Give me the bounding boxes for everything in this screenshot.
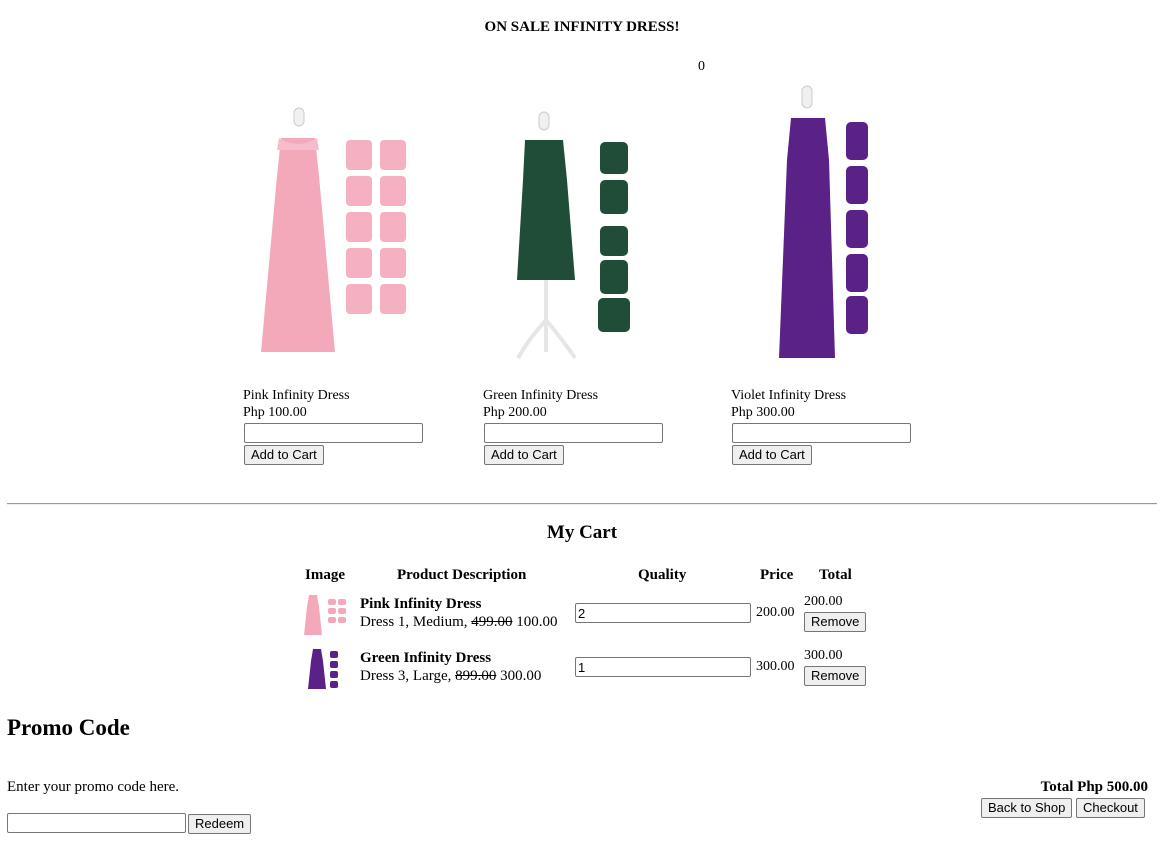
cart-counter: 0: [698, 59, 705, 74]
product-price: Php 300.00: [731, 405, 795, 420]
page-title: ON SALE INFINITY DRESS!: [484, 19, 680, 35]
cart-item-price: 200.00: [756, 605, 795, 620]
header-image: Image: [305, 567, 345, 583]
remove-button[interactable]: Remove: [804, 666, 867, 686]
product-name: Violet Infinity Dress: [731, 388, 847, 403]
back-to-shop-button[interactable]: Back to Shop: [981, 798, 1073, 818]
cart-quantity-input[interactable]: [575, 657, 751, 677]
cart-quantity-input[interactable]: [575, 603, 751, 623]
product-price: Php 100.00: [243, 405, 307, 420]
product-card: Violet Infinity Dress Php 300.00 Add to …: [731, 80, 931, 465]
header-total: Total: [819, 567, 852, 583]
header-description: Product Description: [397, 567, 527, 583]
green-dress-image: [516, 111, 630, 360]
cart-item-sale-price: 300.00: [500, 668, 542, 684]
violet-dress-image: [779, 85, 868, 358]
promo-heading: Promo Code: [7, 715, 130, 740]
product-price: Php 200.00: [483, 405, 547, 420]
header-price: Price: [760, 567, 794, 583]
redeem-button[interactable]: Redeem: [188, 814, 252, 834]
cart-item-total: 300.00: [804, 648, 843, 663]
header-quantity: Quality: [638, 567, 687, 583]
product-card: Green Infinity Dress Php 200.00 Add to C…: [483, 80, 683, 465]
checkout-button[interactable]: Checkout: [1076, 798, 1145, 818]
cart-item-variant: Dress 3, Large,: [360, 668, 452, 684]
cart-item-sale-price: 100.00: [516, 614, 558, 630]
cart-item-description: Dress 1, Medium, 499.00 100.00: [360, 614, 558, 631]
cart-item-thumbnail: [304, 595, 346, 635]
cart-total: Total Php 500.00: [1040, 779, 1148, 795]
add-to-cart-button[interactable]: Add to Cart: [732, 445, 812, 465]
cart-item-old-price: 899.00: [455, 668, 497, 684]
promo-instructions: Enter your promo code here.: [7, 779, 180, 795]
cart-item-name: Green Infinity Dress: [360, 650, 492, 666]
promo-code-input[interactable]: [7, 813, 186, 833]
cart-item-old-price: 499.00: [471, 614, 513, 630]
cart-item-description: Dress 3, Large, 899.00 300.00: [360, 668, 541, 685]
product-quantity-input[interactable]: [244, 423, 423, 443]
section-divider: [7, 503, 1157, 505]
product-name: Green Infinity Dress: [483, 388, 599, 403]
pink-dress-image: [261, 107, 406, 352]
cart-item-name: Pink Infinity Dress: [360, 596, 482, 612]
add-to-cart-button[interactable]: Add to Cart: [244, 445, 324, 465]
product-quantity-input[interactable]: [484, 423, 663, 443]
cart-item-price: 300.00: [756, 659, 795, 674]
add-to-cart-button[interactable]: Add to Cart: [484, 445, 564, 465]
cart-item-total: 200.00: [804, 594, 843, 609]
product-card: Pink Infinity Dress Php 100.00 Add to Ca…: [243, 80, 443, 465]
product-name: Pink Infinity Dress: [243, 388, 350, 403]
cart-item-thumbnail: [308, 649, 338, 689]
cart-title: My Cart: [546, 522, 618, 543]
remove-button[interactable]: Remove: [804, 612, 867, 632]
product-quantity-input[interactable]: [732, 423, 911, 443]
cart-item-variant: Dress 1, Medium,: [360, 614, 468, 630]
